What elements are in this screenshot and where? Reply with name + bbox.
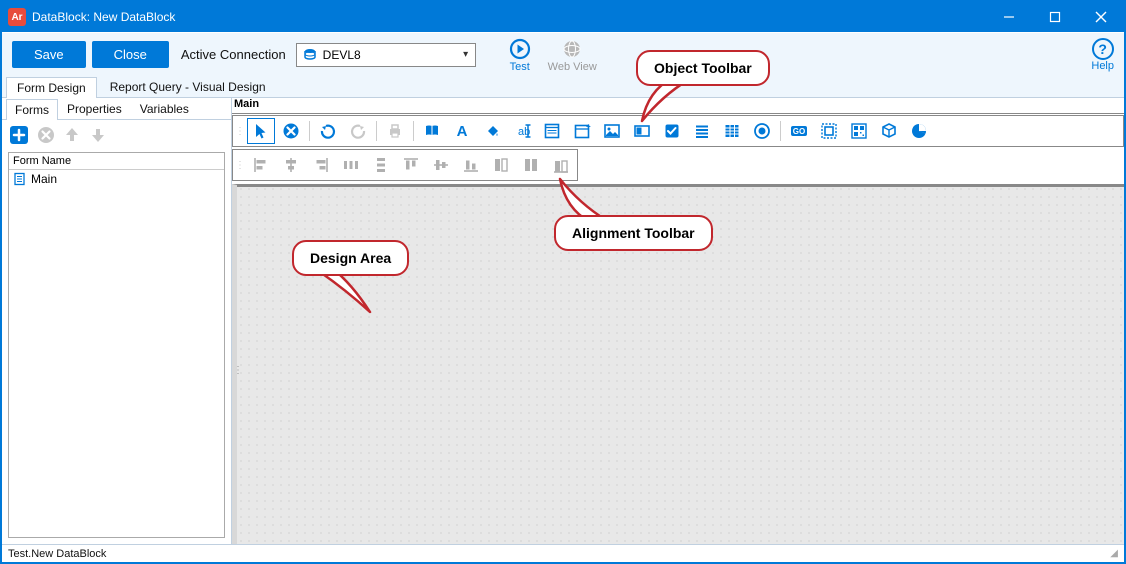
tool-undo[interactable] [314, 118, 342, 144]
form-list: Form Name Main [8, 152, 225, 538]
tool-book[interactable] [418, 118, 446, 144]
help-label: Help [1091, 60, 1114, 72]
resize-grip[interactable]: ◢ [1110, 548, 1118, 559]
tool-pie[interactable] [905, 118, 933, 144]
align-left-button[interactable] [247, 152, 275, 178]
tool-fill[interactable] [478, 118, 506, 144]
main-toolbar: Save Close Active Connection DEVL8 ▾ Tes… [2, 32, 1124, 76]
connection-dropdown[interactable]: DEVL8 ▾ [296, 43, 476, 67]
tool-cube[interactable] [875, 118, 903, 144]
save-button[interactable]: Save [12, 41, 86, 68]
help-button[interactable]: ? Help [1091, 38, 1114, 72]
tool-form[interactable] [538, 118, 566, 144]
forms-toolbar [2, 120, 231, 150]
connection-name: DEVL8 [323, 48, 457, 62]
add-form-button[interactable] [8, 124, 30, 146]
tab-report-query[interactable]: Report Query - Visual Design [99, 76, 277, 97]
web-view-button[interactable]: Web View [548, 37, 597, 73]
align-center-h-button[interactable] [277, 152, 305, 178]
form-icon [13, 172, 27, 186]
status-text: Test.New DataBlock [8, 548, 106, 560]
test-button[interactable]: Test [508, 37, 532, 73]
status-bar: Test.New DataBlock ◢ [2, 544, 1124, 562]
align-top-button[interactable] [397, 152, 425, 178]
webview-label: Web View [548, 61, 597, 73]
tool-print[interactable] [381, 118, 409, 144]
app-icon: Ar [8, 8, 26, 26]
design-pane: Main ⋮ [232, 98, 1124, 544]
minimize-button[interactable] [986, 2, 1032, 32]
close-window-button[interactable] [1078, 2, 1124, 32]
tool-textfield[interactable]: ab [508, 118, 536, 144]
tool-date[interactable]: + [568, 118, 596, 144]
svg-text:+: + [586, 122, 591, 131]
svg-text:GO: GO [793, 127, 805, 136]
move-up-button[interactable] [62, 125, 82, 145]
subtab-forms[interactable]: Forms [6, 99, 58, 120]
help-icon: ? [1092, 38, 1114, 60]
tool-go[interactable]: GO [785, 118, 813, 144]
database-icon [303, 48, 317, 62]
alignment-toolbar: ⋮ [232, 149, 578, 181]
callout-alignment-toolbar: Alignment Toolbar [554, 215, 713, 251]
globe-icon [560, 37, 584, 61]
titlebar: Ar DataBlock: New DataBlock [2, 2, 1124, 32]
move-down-button[interactable] [88, 125, 108, 145]
distribute-v-button[interactable] [367, 152, 395, 178]
callout-design-area: Design Area [292, 240, 409, 276]
subtab-properties[interactable]: Properties [58, 98, 131, 119]
same-height-button[interactable] [517, 152, 545, 178]
tool-pointer[interactable] [247, 118, 275, 144]
tool-cancel[interactable] [277, 118, 305, 144]
close-button[interactable]: Close [92, 41, 169, 68]
tool-barcode[interactable] [845, 118, 873, 144]
align-bottom-button[interactable] [457, 152, 485, 178]
same-width-button[interactable] [487, 152, 515, 178]
left-subtabs: Forms Properties Variables [2, 98, 231, 120]
distribute-h-button[interactable] [337, 152, 365, 178]
form-item-label: Main [31, 172, 57, 186]
active-connection-label: Active Connection [181, 47, 286, 62]
tool-text[interactable]: A [448, 118, 476, 144]
content-area: Forms Properties Variables Form Name [2, 98, 1124, 544]
callout-object-toolbar: Object Toolbar [636, 50, 770, 86]
tool-image[interactable] [598, 118, 626, 144]
tool-grid[interactable] [718, 118, 746, 144]
remove-form-button[interactable] [36, 125, 56, 145]
svg-text:A: A [457, 123, 468, 140]
tool-radio[interactable] [748, 118, 776, 144]
align-middle-button[interactable] [427, 152, 455, 178]
maximize-button[interactable] [1032, 2, 1078, 32]
tab-form-design[interactable]: Form Design [6, 77, 97, 98]
test-label: Test [510, 61, 530, 73]
play-icon [508, 37, 532, 61]
chevron-down-icon: ▾ [457, 49, 475, 60]
tool-group[interactable] [815, 118, 843, 144]
form-list-header: Form Name [9, 153, 224, 170]
align-right-button[interactable] [307, 152, 335, 178]
form-item[interactable]: Main [9, 170, 224, 188]
subtab-variables[interactable]: Variables [131, 98, 198, 119]
left-pane: Forms Properties Variables Form Name [2, 98, 232, 544]
window-title: DataBlock: New DataBlock [32, 10, 175, 24]
tool-redo[interactable] [344, 118, 372, 144]
main-tabs: Form Design Report Query - Visual Design [2, 76, 1124, 98]
